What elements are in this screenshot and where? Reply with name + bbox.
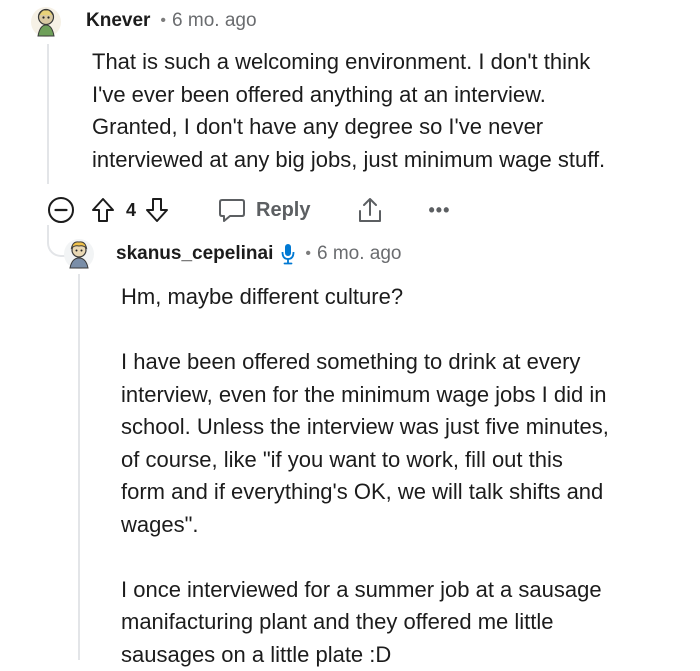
reply-line: manifacturing plant and they offered me …: [121, 606, 609, 639]
reply-body: Hm, maybe different culture? I have been…: [121, 281, 609, 671]
avatar[interactable]: [30, 6, 62, 38]
reply-thread-line: [78, 274, 80, 660]
avatar-icon: [63, 238, 95, 270]
collapse-button[interactable]: [46, 195, 76, 225]
username[interactable]: skanus_cepelinai: [116, 243, 273, 265]
comment-line: Granted, I don't have any degree so I've…: [92, 111, 605, 144]
separator-dot: •: [160, 12, 166, 30]
chat-bubble-icon: [218, 197, 246, 223]
reply-line: interview, even for the minimum wage job…: [121, 379, 609, 412]
vote-count: 4: [126, 200, 136, 221]
timestamp[interactable]: 6 mo. ago: [172, 10, 257, 32]
comment-body: That is such a welcoming environment. I …: [92, 46, 605, 176]
reply-line: form and if everything's OK, we will tal…: [121, 476, 609, 509]
reply-line: wages".: [121, 509, 609, 542]
microphone-icon: [281, 243, 295, 265]
comment-line: I've ever been offered anything at an in…: [92, 79, 605, 112]
reply-line: Hm, maybe different culture?: [121, 281, 609, 314]
reply-avatar[interactable]: [63, 238, 95, 270]
avatar-icon: [30, 6, 62, 38]
comment-actions: 4 Reply •••: [46, 193, 450, 227]
share-icon: [356, 195, 384, 225]
reply-line: I once interviewed for a summer job at a…: [121, 574, 609, 607]
more-options-button[interactable]: •••: [428, 200, 450, 221]
comment-line: interviewed at any big jobs, just minimu…: [92, 144, 605, 177]
reply-paragraph: I once interviewed for a summer job at a…: [121, 574, 609, 671]
comment-line: That is such a welcoming environment. I …: [92, 46, 605, 79]
reply-meta: skanus_cepelinai • 6 mo. ago: [116, 243, 401, 265]
reply-paragraph: Hm, maybe different culture?: [121, 281, 609, 314]
timestamp[interactable]: 6 mo. ago: [317, 243, 402, 265]
downvote-button[interactable]: [144, 196, 170, 224]
reply-line: sausages on a little plate :D: [121, 639, 609, 671]
comment-meta: Knever • 6 mo. ago: [86, 10, 257, 32]
reply-line: I have been offered something to drink a…: [121, 346, 609, 379]
arrow-up-icon: [90, 196, 116, 224]
arrow-down-icon: [144, 196, 170, 224]
upvote-button[interactable]: [90, 196, 116, 224]
share-button[interactable]: [356, 195, 384, 225]
separator-dot: •: [305, 245, 311, 263]
minus-circle-icon: [46, 195, 76, 225]
reply-paragraph: I have been offered something to drink a…: [121, 346, 609, 541]
username[interactable]: Knever: [86, 10, 150, 32]
reply-line: school. Unless the interview was just fi…: [121, 411, 609, 444]
thread-line: [47, 44, 49, 184]
reply-button[interactable]: Reply: [218, 197, 310, 223]
reply-line: of course, like "if you want to work, fi…: [121, 444, 609, 477]
reply-label: Reply: [256, 199, 310, 222]
